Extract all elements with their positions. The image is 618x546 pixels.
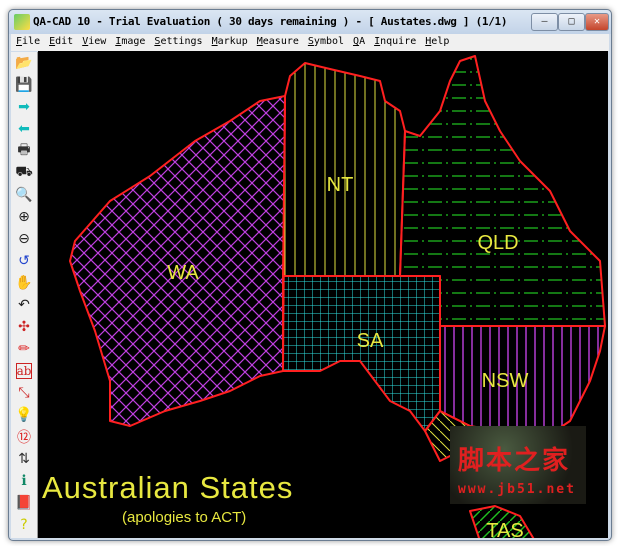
open-button[interactable]: 📂: [13, 53, 35, 73]
pan-hand-button[interactable]: ✋: [13, 273, 35, 293]
zoom-in-button[interactable]: ⊕: [13, 207, 35, 227]
undo-arrow-icon: ↶: [18, 297, 30, 313]
book-button[interactable]: 📕: [13, 493, 35, 513]
binoculars-button[interactable]: ⛟: [13, 163, 35, 183]
menu-settings[interactable]: Settings: [149, 34, 206, 51]
forward-arrow-icon: ➡: [18, 99, 30, 115]
zoom-previous-button[interactable]: ↺: [13, 251, 35, 271]
back-arrow-button[interactable]: ⬅: [13, 119, 35, 139]
drawing-title: Australian States: [42, 470, 293, 505]
info-icon: ℹ: [21, 473, 27, 489]
forward-arrow-button[interactable]: ➡: [13, 97, 35, 117]
balloon-number-icon: ⑫: [17, 430, 31, 446]
undo-arrow-button[interactable]: ↶: [13, 295, 35, 315]
label-tas: TAS: [486, 520, 523, 538]
menu-bar: File Edit View Image Settings Markup Measure Sy…: [11, 34, 609, 51]
zoom-icon: 🔍: [15, 187, 33, 203]
label-sa: SA: [357, 330, 384, 352]
label-qld: QLD: [477, 232, 518, 254]
region-sa: [282, 275, 441, 432]
label-wa: WA: [167, 262, 199, 284]
layers-icon: ⇅: [18, 451, 30, 467]
balloon-number-button[interactable]: ⑫: [13, 427, 35, 447]
maximize-button[interactable]: □: [558, 13, 585, 31]
pencil-button[interactable]: ✏: [13, 339, 35, 359]
zoom-previous-icon: ↺: [18, 253, 30, 269]
markup-tool-icon: ✣: [18, 319, 30, 335]
bulb-button[interactable]: 💡: [13, 405, 35, 425]
text-ab-icon: ab: [15, 363, 33, 379]
region-wa: [69, 95, 286, 427]
label-nsw: NSW: [482, 370, 529, 392]
print-icon: 🖶: [17, 142, 31, 158]
drawing-subtitle: (apologies to ACT): [122, 509, 246, 526]
menu-measure[interactable]: Measure: [252, 34, 303, 51]
title-bar: QA-CAD 10 - Trial Evaluation ( 30 days r…: [9, 10, 611, 34]
bulb-icon: 💡: [15, 407, 33, 423]
region-nt: [282, 62, 406, 277]
watermark-url: www.jb51.net: [458, 482, 576, 497]
window-title: QA-CAD 10 - Trial Evaluation ( 30 days r…: [33, 15, 508, 28]
close-button[interactable]: ✕: [585, 13, 609, 31]
menu-symbol[interactable]: Symbol: [303, 34, 348, 51]
vertical-toolbar: 📂 💾 ➡ ⬅ 🖶 ⛟ 🔍 ⊕ ⊖ ↺ ✋ ↶ ✣ ✏ ab ⤡ 💡 ⑫ ⇅ ℹ 📕?: [11, 52, 38, 538]
save-icon: 💾: [15, 77, 33, 93]
minimize-button[interactable]: –: [531, 13, 558, 31]
markup-tool-button[interactable]: ✣: [13, 317, 35, 337]
watermark: 脚本之家 www.jb51.net: [450, 426, 586, 504]
menu-inquire[interactable]: Inquire: [369, 34, 420, 51]
pencil-icon: ✏: [18, 341, 30, 357]
zoom-out-icon: ⊖: [18, 231, 30, 247]
dimension-button[interactable]: ⤡: [13, 383, 35, 403]
watermark-text: 脚本之家: [458, 446, 571, 476]
open-icon: 📂: [15, 55, 33, 71]
menu-image[interactable]: Image: [110, 34, 149, 51]
menu-edit[interactable]: Edit: [44, 34, 77, 51]
zoom-out-button[interactable]: ⊖: [13, 229, 35, 249]
menu-markup[interactable]: Markup: [207, 34, 252, 51]
save-button[interactable]: 💾: [13, 75, 35, 95]
menu-view[interactable]: View: [77, 34, 110, 51]
print-button[interactable]: 🖶: [13, 141, 35, 161]
binoculars-icon: ⛟: [15, 164, 33, 180]
info-button[interactable]: ℹ: [13, 471, 35, 491]
menu-file[interactable]: File: [11, 34, 44, 51]
text-ab-button[interactable]: ab: [13, 361, 35, 381]
app-icon: [14, 14, 30, 30]
book-icon: 📕: [15, 495, 33, 511]
back-arrow-icon: ⬅: [18, 121, 30, 137]
label-nt: NT: [327, 174, 354, 196]
menu-qa[interactable]: QA: [348, 34, 369, 51]
zoom-in-icon: ⊕: [18, 209, 30, 225]
dimension-icon: ⤡: [18, 385, 30, 401]
menu-help[interactable]: Help: [420, 34, 453, 51]
pan-hand-icon: ✋: [15, 275, 33, 291]
zoom-button[interactable]: 🔍: [13, 185, 35, 205]
help-icon: ?: [20, 517, 28, 533]
help-button[interactable]: ?: [13, 515, 35, 535]
layers-button[interactable]: ⇅: [13, 449, 35, 469]
